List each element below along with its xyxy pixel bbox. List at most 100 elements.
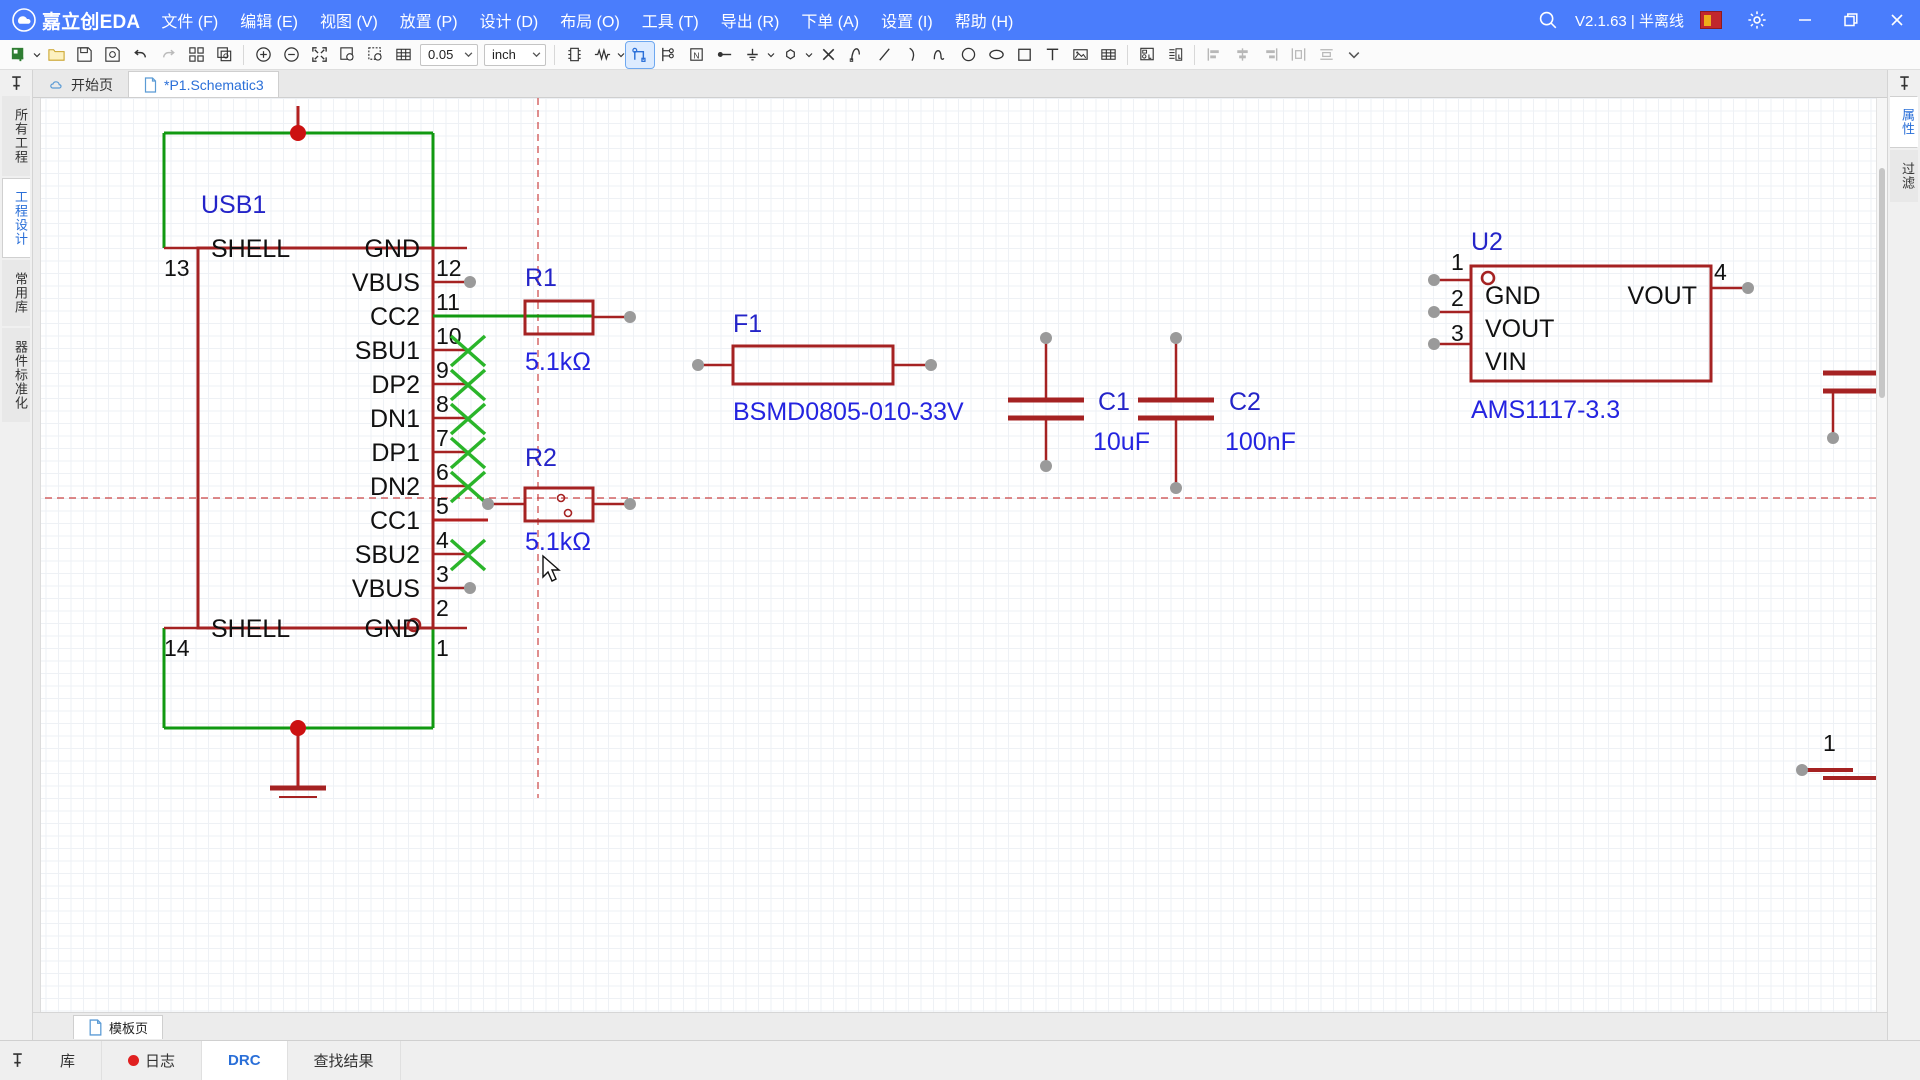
rail-tab-common-library[interactable]: 常用库 <box>2 260 30 326</box>
search-button[interactable] <box>1527 9 1569 31</box>
component-r1[interactable]: R1 5.1kΩ <box>523 264 636 376</box>
right-rail-pin-button[interactable] <box>1888 70 1920 96</box>
place-bezier-button[interactable] <box>842 42 870 68</box>
component-c1[interactable]: C1 10uF <box>1008 332 1150 472</box>
undo-button[interactable] <box>126 42 154 68</box>
place-gnd-button[interactable] <box>738 42 766 68</box>
bottom-panel-pin-button[interactable] <box>0 1053 34 1068</box>
bom-button[interactable] <box>1161 42 1189 68</box>
zoom-in-button[interactable] <box>249 42 277 68</box>
doc-tab-schematic[interactable]: *P1.Schematic3 <box>128 71 279 97</box>
scrollbar-thumb[interactable] <box>1879 168 1885 398</box>
place-netlabel-button[interactable] <box>654 42 682 68</box>
zoom-selection-button[interactable] <box>333 42 361 68</box>
bottom-tab-drc[interactable]: DRC <box>202 1040 288 1080</box>
place-ellipse-button[interactable] <box>982 42 1010 68</box>
arc-icon <box>908 47 914 61</box>
unit-combo[interactable]: inch <box>484 43 546 66</box>
menu-export[interactable]: 导出 (R) <box>710 0 791 40</box>
minimize-button[interactable] <box>1782 0 1828 40</box>
new-document-dropdown[interactable] <box>32 42 42 68</box>
schematic-canvas[interactable]: USB1 SHELL 13 SHELL 14 GND 12 VBUS 11 CC… <box>33 98 1887 1012</box>
align-center-button[interactable] <box>1228 42 1256 68</box>
rail-tab-filter[interactable]: 过滤 <box>1890 150 1918 202</box>
canvas-vertical-scrollbar[interactable] <box>1876 98 1887 1012</box>
close-button[interactable] <box>1874 0 1920 40</box>
menu-edit[interactable]: 编辑 (E) <box>229 0 309 40</box>
component-f1[interactable]: F1 BSMD0805-010-33V <box>692 310 964 426</box>
grid-view-button[interactable] <box>182 42 210 68</box>
distribute-horizontal-button[interactable] <box>1284 42 1312 68</box>
gear-icon <box>1748 11 1766 29</box>
place-vcc-button[interactable] <box>776 42 804 68</box>
place-bus-button[interactable] <box>625 40 655 69</box>
place-netflag-button[interactable]: N <box>682 42 710 68</box>
gnd-dropdown[interactable] <box>766 42 776 68</box>
left-rail-pin-button[interactable] <box>0 70 32 96</box>
menu-order[interactable]: 下单 (A) <box>790 0 870 40</box>
vcc-dropdown[interactable] <box>804 42 814 68</box>
redo-button[interactable] <box>154 42 182 68</box>
place-image-button[interactable] <box>1066 42 1094 68</box>
restore-button[interactable] <box>1828 0 1874 40</box>
rail-tab-properties[interactable]: 属性 <box>1890 96 1918 148</box>
bottom-tab-log[interactable]: 日志 <box>102 1040 203 1080</box>
menu-place[interactable]: 放置 (P) <box>389 0 469 40</box>
place-circle-button[interactable] <box>954 42 982 68</box>
right-rail: 属性 过滤 <box>1887 70 1920 1040</box>
open-folder-button[interactable] <box>42 42 70 68</box>
sheet-tab-template[interactable]: 模板页 <box>73 1014 164 1039</box>
place-component-button[interactable] <box>560 42 588 68</box>
menu-file[interactable]: 文件 (F) <box>150 0 229 40</box>
bottom-tab-label: 库 <box>60 1053 76 1070</box>
component-c2[interactable]: C2 100nF <box>1138 332 1296 494</box>
new-document-button[interactable] <box>4 42 32 68</box>
place-pin-button[interactable] <box>710 42 738 68</box>
partial-pin-end <box>1827 432 1839 444</box>
grid-size-combo[interactable]: 0.05 <box>420 43 478 66</box>
bottom-tab-library[interactable]: 库 <box>34 1040 103 1080</box>
place-wire-button[interactable] <box>588 42 616 68</box>
zoom-area-button[interactable] <box>361 42 389 68</box>
wire-dropdown[interactable] <box>616 42 626 68</box>
image-icon <box>1072 49 1088 60</box>
distribute-vertical-button[interactable] <box>1312 42 1340 68</box>
menu-tools[interactable]: 工具 (T) <box>631 0 710 40</box>
grid-toggle-button[interactable] <box>389 42 417 68</box>
settings-button[interactable] <box>1732 9 1782 31</box>
folder-open-icon <box>47 49 65 61</box>
place-no-connect-button[interactable] <box>814 42 842 68</box>
zoom-out-button[interactable] <box>277 42 305 68</box>
rail-tab-project-design[interactable]: 工程设计 <box>2 178 30 258</box>
menu-settings[interactable]: 设置 (I) <box>870 0 944 40</box>
menu-view[interactable]: 视图 (V) <box>309 0 389 40</box>
fit-screen-button[interactable] <box>305 42 333 68</box>
place-text-button[interactable] <box>1038 42 1066 68</box>
component-bottom-right-partial[interactable]: 1 <box>1796 730 1887 780</box>
rail-tab-standardization[interactable]: 器件标准化 <box>2 328 30 422</box>
component-r2[interactable]: R2 5.1kΩ <box>482 444 636 556</box>
rail-tab-all-projects[interactable]: 所有工程 <box>2 96 30 176</box>
schematic-drawing[interactable]: USB1 SHELL 13 SHELL 14 GND 12 VBUS 11 CC… <box>33 98 1887 798</box>
menu-layout[interactable]: 布局 (O) <box>549 0 631 40</box>
language-flag-icon[interactable] <box>1700 11 1722 29</box>
place-line-button[interactable] <box>870 42 898 68</box>
save-all-button[interactable] <box>98 42 126 68</box>
align-left-button[interactable] <box>1200 42 1228 68</box>
bottom-tab-find-results[interactable]: 查找结果 <box>288 1040 401 1080</box>
toolbar-overflow-button[interactable] <box>1340 42 1368 68</box>
canvas-left-ruler <box>33 98 41 1012</box>
pcb-sync-button[interactable] <box>1133 42 1161 68</box>
menu-help[interactable]: 帮助 (H) <box>944 0 1025 40</box>
save-button[interactable] <box>70 42 98 68</box>
copy-preview-button[interactable] <box>210 42 238 68</box>
place-spline-button[interactable] <box>926 42 954 68</box>
bottom-panel-tab-bar: 库 日志 DRC 查找结果 <box>0 1040 1920 1080</box>
doc-tab-start-page[interactable]: 开始页 <box>35 71 128 97</box>
place-table-button[interactable] <box>1094 42 1122 68</box>
menu-design[interactable]: 设计 (D) <box>469 0 550 40</box>
place-rectangle-button[interactable] <box>1010 42 1038 68</box>
align-right-button[interactable] <box>1256 42 1284 68</box>
component-u2[interactable]: U2 AMS1117-3.3 1 GND 2 VOUT 3 VIN 4 VOUT <box>1428 228 1754 424</box>
place-arc-button[interactable] <box>898 42 926 68</box>
